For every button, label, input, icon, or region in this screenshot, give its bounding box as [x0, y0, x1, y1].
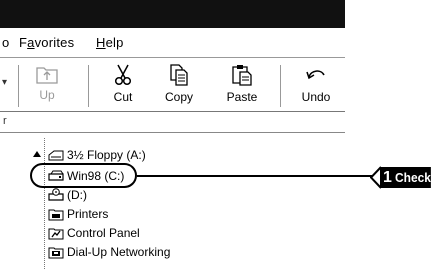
- dialup-networking-icon: [48, 247, 64, 259]
- copy-icon: [170, 64, 188, 86]
- printers-folder-icon: [48, 209, 64, 221]
- window-title-bar[interactable]: [0, 0, 345, 28]
- control-panel-icon: [48, 228, 64, 240]
- tree-item-label: Printers: [67, 207, 109, 221]
- address-bar: r: [0, 113, 345, 133]
- folder-pane-edge: [0, 134, 18, 269]
- tree-connector-line: [44, 138, 45, 269]
- paste-icon: [232, 65, 252, 86]
- toolbar-separator: [280, 65, 282, 107]
- callout-tag: 1 Check: [370, 166, 434, 189]
- menu-favorites-label: Favorites: [19, 35, 75, 50]
- tree-item-d-drive[interactable]: (D:): [48, 186, 87, 204]
- menu-favorites[interactable]: Favorites: [19, 35, 74, 50]
- callout-leader-line: [137, 175, 373, 177]
- floppy-drive-icon: [48, 150, 64, 161]
- tree-item-printers[interactable]: Printers: [48, 205, 108, 223]
- cut-button[interactable]: Cut: [98, 63, 148, 109]
- copy-button-label: Copy: [164, 90, 193, 104]
- menu-help[interactable]: Help: [96, 35, 124, 50]
- tree-item-dialup-networking[interactable]: Dial-Up Networking: [48, 243, 170, 261]
- tree-item-control-panel[interactable]: Control Panel: [48, 224, 140, 242]
- up-button-label: Up: [39, 88, 55, 102]
- callout-step-number: 1: [380, 167, 395, 188]
- paste-button-label: Paste: [226, 90, 258, 104]
- tree-item-label: Control Panel: [67, 226, 140, 240]
- undo-icon: [306, 70, 325, 80]
- menu-bar: o Favorites Help: [0, 28, 345, 58]
- cd-drive-icon: [48, 188, 64, 201]
- callout-text: Check: [395, 167, 431, 188]
- menu-item-partial[interactable]: o: [2, 35, 9, 50]
- tree-item-floppy[interactable]: 3½ Floppy (A:): [48, 146, 146, 164]
- scissors-icon: [114, 64, 132, 86]
- callout-highlight-oval: [30, 163, 137, 188]
- scroll-up-arrow-icon[interactable]: [32, 149, 42, 159]
- tree-item-label: Dial-Up Networking: [67, 245, 171, 259]
- tree-item-label: (D:): [67, 188, 87, 202]
- standard-toolbar: ▾ Up Cut Copy Paste Undo: [0, 59, 345, 112]
- tree-item-label: 3½ Floppy (A:): [67, 148, 146, 162]
- menu-help-label: Help: [96, 35, 124, 50]
- toolbar-dropdown-arrow-icon[interactable]: ▾: [2, 77, 7, 88]
- undo-button-label: Undo: [301, 90, 331, 104]
- copy-button[interactable]: Copy: [154, 63, 204, 109]
- address-bar-partial-label: r: [3, 115, 7, 127]
- folder-up-icon: [36, 67, 58, 84]
- up-button[interactable]: Up: [22, 63, 72, 109]
- undo-button[interactable]: Undo: [291, 63, 341, 109]
- toolbar-separator: [88, 65, 90, 107]
- paste-button[interactable]: Paste: [217, 63, 267, 109]
- cut-button-label: Cut: [113, 90, 133, 104]
- folder-tree: 3½ Floppy (A:) Win98 (C:) (D:) Printers …: [18, 134, 345, 269]
- toolbar-separator: [18, 65, 20, 107]
